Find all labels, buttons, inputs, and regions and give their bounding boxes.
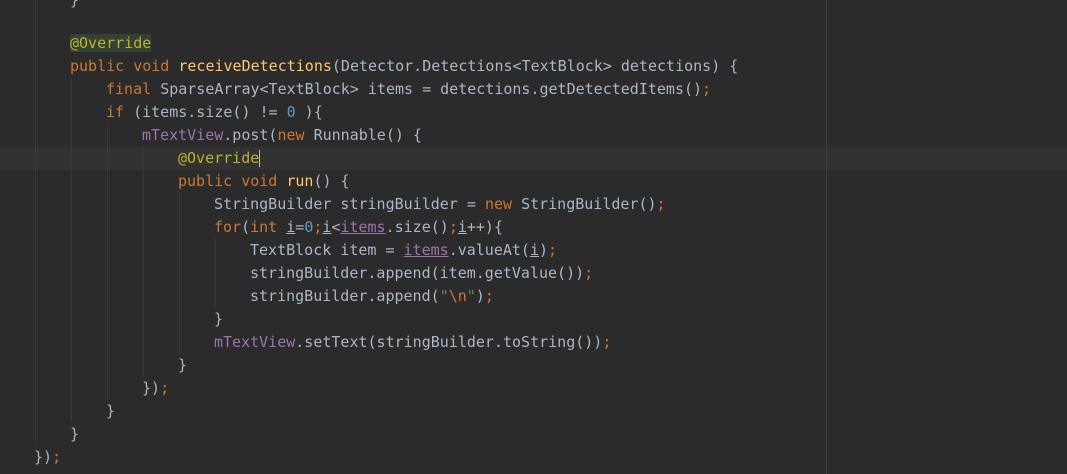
code-token: ++){ — [466, 218, 503, 236]
code-token: void — [241, 172, 287, 190]
right-margin-guide — [826, 0, 827, 474]
code-token: }) — [142, 379, 161, 397]
code-token: ; — [602, 333, 612, 351]
code-token: } — [106, 402, 116, 420]
code-token: ; — [584, 264, 594, 282]
code-token: ){ — [295, 103, 323, 121]
code-token: StringBuilder stringBuilder = — [214, 195, 485, 213]
code-token: " — [466, 287, 476, 305]
code-token: ; — [548, 241, 558, 259]
code-token: new — [277, 126, 314, 144]
code-token: } — [214, 310, 224, 328]
code-token: .size() — [385, 218, 449, 236]
code-line[interactable]: } — [178, 354, 187, 377]
code-token: () { — [313, 172, 350, 190]
code-line[interactable]: StringBuilder stringBuilder = new String… — [214, 193, 666, 216]
code-token: i — [457, 218, 467, 236]
code-line[interactable]: }); — [142, 377, 169, 400]
code-token: items — [340, 218, 386, 236]
indent-guide — [179, 193, 180, 353]
code-token: if — [106, 103, 134, 121]
code-token: ; — [484, 287, 494, 305]
code-token: 0 — [304, 218, 314, 236]
code-line[interactable]: }); — [34, 446, 61, 469]
indent-guide — [143, 147, 144, 376]
code-token: int — [250, 218, 287, 236]
code-line[interactable]: public void receiveDetections(Detector.D… — [70, 55, 738, 78]
code-token: (items.size() != — [133, 103, 287, 121]
code-line[interactable]: } — [214, 308, 223, 331]
code-token: ; — [52, 448, 62, 466]
code-token: void — [133, 57, 179, 75]
code-line[interactable]: } — [106, 400, 115, 423]
code-token: SparseArray<TextBlock> items = detection… — [160, 80, 703, 98]
code-token: mTextView — [214, 333, 296, 351]
code-line[interactable]: stringBuilder.append(item.getValue()); — [250, 262, 593, 285]
code-token: StringBuilder() — [521, 195, 657, 213]
code-token: " — [439, 287, 449, 305]
code-token: final — [106, 80, 161, 98]
code-token: run — [286, 172, 314, 190]
code-token: public — [70, 57, 134, 75]
indent-guide — [35, 0, 36, 444]
current-line-highlight — [0, 147, 1067, 170]
code-token: \n — [448, 287, 467, 305]
code-token: } — [178, 356, 188, 374]
code-line[interactable]: mTextView.post(new Runnable() { — [142, 124, 422, 147]
code-line[interactable]: final SparseArray<TextBlock> items = det… — [106, 78, 711, 101]
code-token: @Override — [178, 149, 260, 167]
code-line[interactable]: @Override — [70, 32, 152, 55]
code-line[interactable]: if (items.size() != 0 ){ — [106, 101, 323, 124]
code-token: } — [70, 425, 80, 443]
code-token: ( — [241, 218, 251, 236]
code-token: mTextView — [142, 126, 224, 144]
code-token: i — [286, 218, 296, 236]
code-token: public — [178, 172, 242, 190]
code-line[interactable]: TextBlock item = items.valueAt(i); — [250, 239, 557, 262]
code-token: 0 — [286, 103, 296, 121]
code-token: stringBuilder.append(item.getValue()) — [250, 264, 585, 282]
code-token: }) — [34, 448, 53, 466]
code-token: (Detector.Detections<TextBlock> detectio… — [331, 57, 739, 75]
code-token: i — [529, 241, 539, 259]
code-token: ; — [656, 195, 666, 213]
text-caret — [259, 150, 261, 167]
code-line-current[interactable]: @Override — [178, 147, 261, 170]
code-line[interactable]: for(int i=0;i<items.size();i++){ — [214, 216, 503, 239]
code-token: .setText(stringBuilder.toString()) — [295, 333, 603, 351]
code-token: @Override — [70, 34, 152, 52]
indent-guide — [71, 78, 72, 422]
code-token: ; — [702, 80, 712, 98]
code-token: Runnable() { — [313, 126, 422, 144]
code-token: stringBuilder.append( — [250, 287, 440, 305]
code-token: ; — [448, 218, 458, 236]
code-token: receiveDetections — [178, 57, 332, 75]
code-token: ; — [160, 379, 170, 397]
code-token: ) — [475, 287, 485, 305]
code-token: .post( — [223, 126, 278, 144]
code-editor[interactable]: } @Override public void receiveDetection… — [0, 0, 1067, 474]
code-token: for — [214, 218, 242, 236]
code-token: = — [295, 218, 305, 236]
code-line[interactable]: stringBuilder.append("\n"); — [250, 285, 494, 308]
code-token: ) — [539, 241, 549, 259]
code-token: } — [70, 0, 80, 9]
code-token: new — [484, 195, 522, 213]
code-token: TextBlock item = — [250, 241, 404, 259]
code-token: items — [403, 241, 449, 259]
indent-guide — [107, 124, 108, 399]
indent-guide — [215, 239, 216, 307]
code-token: .valueAt( — [448, 241, 530, 259]
code-line[interactable]: } — [70, 423, 79, 446]
code-line[interactable]: mTextView.setText(stringBuilder.toString… — [214, 331, 611, 354]
code-line[interactable]: public void run() { — [178, 170, 350, 193]
code-line[interactable]: } — [70, 0, 79, 12]
